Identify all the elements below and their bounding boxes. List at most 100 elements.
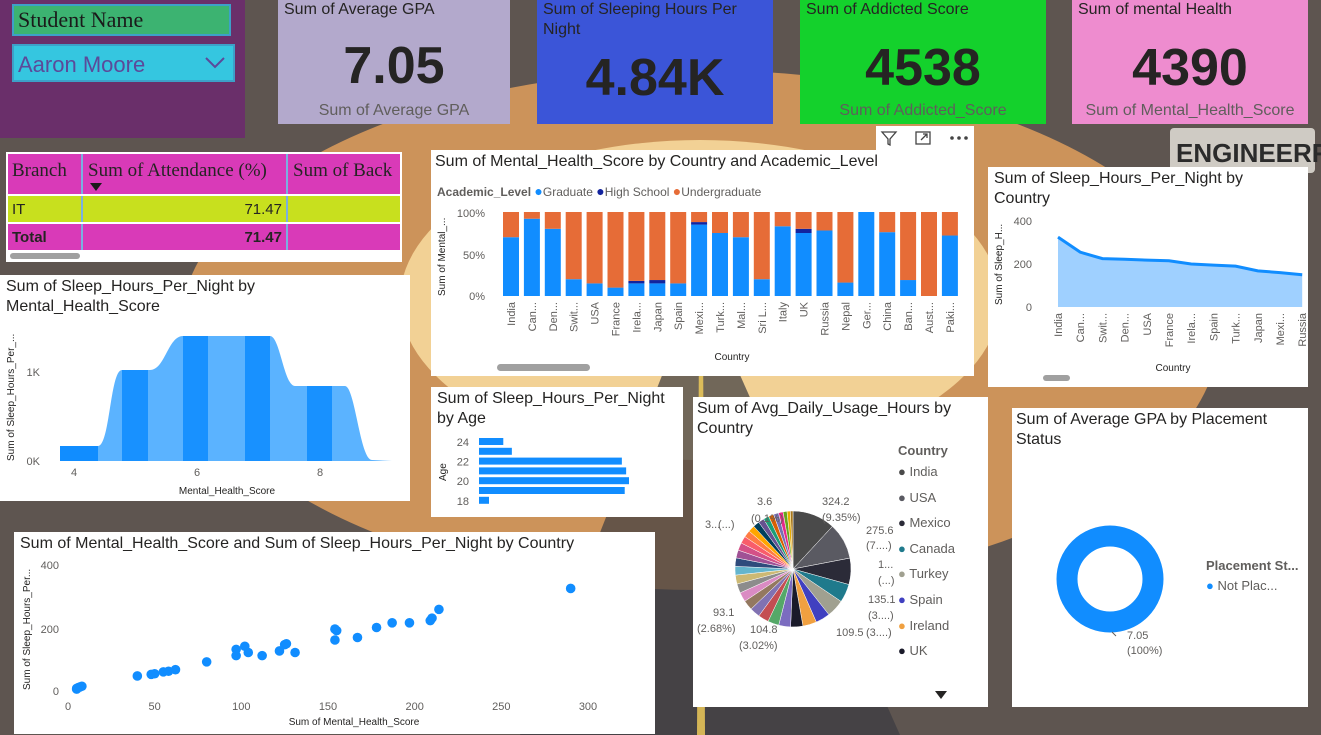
table-row[interactable]: IT 71.47	[8, 196, 400, 222]
bar-segment[interactable]	[586, 283, 603, 296]
legend-item-row[interactable]: ● Mexico	[898, 515, 988, 541]
bar-segment[interactable]	[921, 212, 937, 296]
bar-segment[interactable]	[816, 212, 833, 231]
scatter-point[interactable]	[434, 604, 444, 615]
bar-segment[interactable]	[586, 212, 603, 284]
scatter-point[interactable]	[330, 624, 340, 634]
bar-segment[interactable]	[753, 212, 770, 280]
legend-item-row[interactable]: ● Ireland	[898, 618, 988, 644]
header-back[interactable]: Sum of Back	[293, 160, 392, 182]
bar-segment[interactable]	[607, 212, 624, 288]
bar-segment[interactable]	[565, 279, 582, 296]
legend-item-row[interactable]: ● Canada	[898, 541, 988, 567]
bar[interactable]	[479, 487, 625, 494]
x-tick: Den...	[1120, 313, 1132, 342]
scatter-point[interactable]	[371, 622, 382, 633]
bar-segment[interactable]	[816, 230, 833, 296]
scatter-point[interactable]	[281, 638, 292, 649]
bar-segment[interactable]	[774, 226, 791, 296]
scatter-point[interactable]	[257, 650, 267, 661]
bar-segment[interactable]	[837, 282, 854, 296]
scatter-point[interactable]	[243, 647, 254, 658]
bar-segment[interactable]	[691, 224, 708, 296]
bar[interactable]	[479, 477, 629, 485]
scatter-point[interactable]	[352, 632, 363, 643]
horizontal-scrollbar[interactable]	[1043, 375, 1070, 381]
bar[interactable]	[479, 438, 504, 445]
scroll-down-icon[interactable]	[935, 691, 947, 699]
bar-segment[interactable]	[900, 212, 917, 281]
focus-mode-icon[interactable]	[914, 129, 932, 147]
legend-item-row[interactable]: ● Turkey	[898, 566, 988, 592]
bar-segment[interactable]	[732, 212, 749, 238]
horizontal-scrollbar[interactable]	[497, 364, 590, 371]
donut-slice[interactable]	[1056, 525, 1164, 633]
kpi-card-mental: Sum of mental Health 4390 Sum of Mental_…	[1072, 0, 1308, 124]
scatter-point[interactable]	[132, 671, 143, 681]
bar-segment[interactable]	[691, 212, 708, 223]
bar-segment[interactable]	[649, 280, 666, 284]
scatter-point[interactable]	[427, 613, 437, 623]
horizontal-scrollbar[interactable]	[10, 253, 80, 259]
bar-segment[interactable]	[649, 212, 666, 281]
scatter-point[interactable]	[565, 583, 576, 594]
bar-segment[interactable]	[900, 280, 917, 296]
bar-segment[interactable]	[879, 232, 896, 296]
bar-segment[interactable]	[941, 212, 958, 236]
bar-segment[interactable]	[795, 228, 812, 233]
x-tick: Italy	[778, 302, 790, 323]
bar[interactable]	[479, 457, 622, 465]
bar-segment[interactable]	[523, 212, 540, 219]
bar-segment[interactable]	[670, 212, 687, 284]
bar-segment[interactable]	[691, 222, 708, 225]
bar-segment[interactable]	[544, 212, 561, 229]
legend-item-row[interactable]: ● Not Plac...	[1206, 578, 1298, 593]
bar-segment[interactable]	[941, 235, 958, 296]
bar-segment[interactable]	[503, 237, 519, 296]
scatter-point[interactable]	[387, 618, 397, 628]
bar-segment[interactable]	[628, 280, 645, 284]
bar[interactable]	[479, 467, 627, 475]
bar-segment[interactable]	[712, 212, 728, 233]
header-branch[interactable]: Branch	[12, 160, 67, 182]
legend-item-row[interactable]: ● India	[898, 464, 988, 490]
bar-segment[interactable]	[795, 212, 812, 229]
scatter-point[interactable]	[231, 644, 241, 655]
bar-segment[interactable]	[795, 233, 812, 296]
bar-segment[interactable]	[879, 212, 896, 233]
filter-icon[interactable]	[880, 129, 898, 147]
more-options-icon[interactable]	[948, 129, 970, 147]
bar-segment[interactable]	[753, 279, 770, 296]
scatter-point[interactable]	[149, 668, 160, 679]
scatter-point[interactable]	[330, 635, 340, 645]
area-fill[interactable]	[60, 336, 392, 461]
legend-item-row[interactable]: ● Spain	[898, 592, 988, 618]
scatter-point[interactable]	[170, 664, 181, 675]
bar-segment[interactable]	[628, 212, 645, 281]
stacked-bar-plot: 100% 50% 0% Sum of Mental_... Country In…	[437, 208, 958, 363]
scatter-point[interactable]	[201, 657, 212, 667]
bar[interactable]	[479, 496, 489, 504]
bar-segment[interactable]	[670, 283, 687, 296]
bar-segment[interactable]	[712, 233, 728, 296]
slicer-dropdown[interactable]: Aaron Moore	[12, 44, 235, 82]
bar-segment[interactable]	[544, 228, 561, 296]
scatter-point[interactable]	[71, 684, 82, 694]
bar-segment[interactable]	[837, 212, 854, 283]
legend-item-row[interactable]: ● USA	[898, 490, 988, 516]
scatter-point[interactable]	[404, 618, 415, 628]
data-label: (...)	[718, 519, 735, 531]
bar-segment[interactable]	[732, 237, 749, 296]
bar-segment[interactable]	[628, 283, 645, 296]
header-attendance[interactable]: Sum of Attendance (%)	[88, 160, 267, 182]
legend-item-row[interactable]: ● UK	[898, 643, 988, 669]
bar-segment[interactable]	[503, 212, 519, 238]
bar-segment[interactable]	[774, 212, 791, 227]
scatter-point[interactable]	[290, 647, 300, 658]
bar-segment[interactable]	[607, 287, 624, 296]
bar-segment[interactable]	[858, 212, 875, 296]
bar-segment[interactable]	[649, 283, 666, 296]
bar-segment[interactable]	[565, 212, 582, 280]
bar[interactable]	[479, 447, 512, 455]
bar-segment[interactable]	[523, 218, 540, 296]
